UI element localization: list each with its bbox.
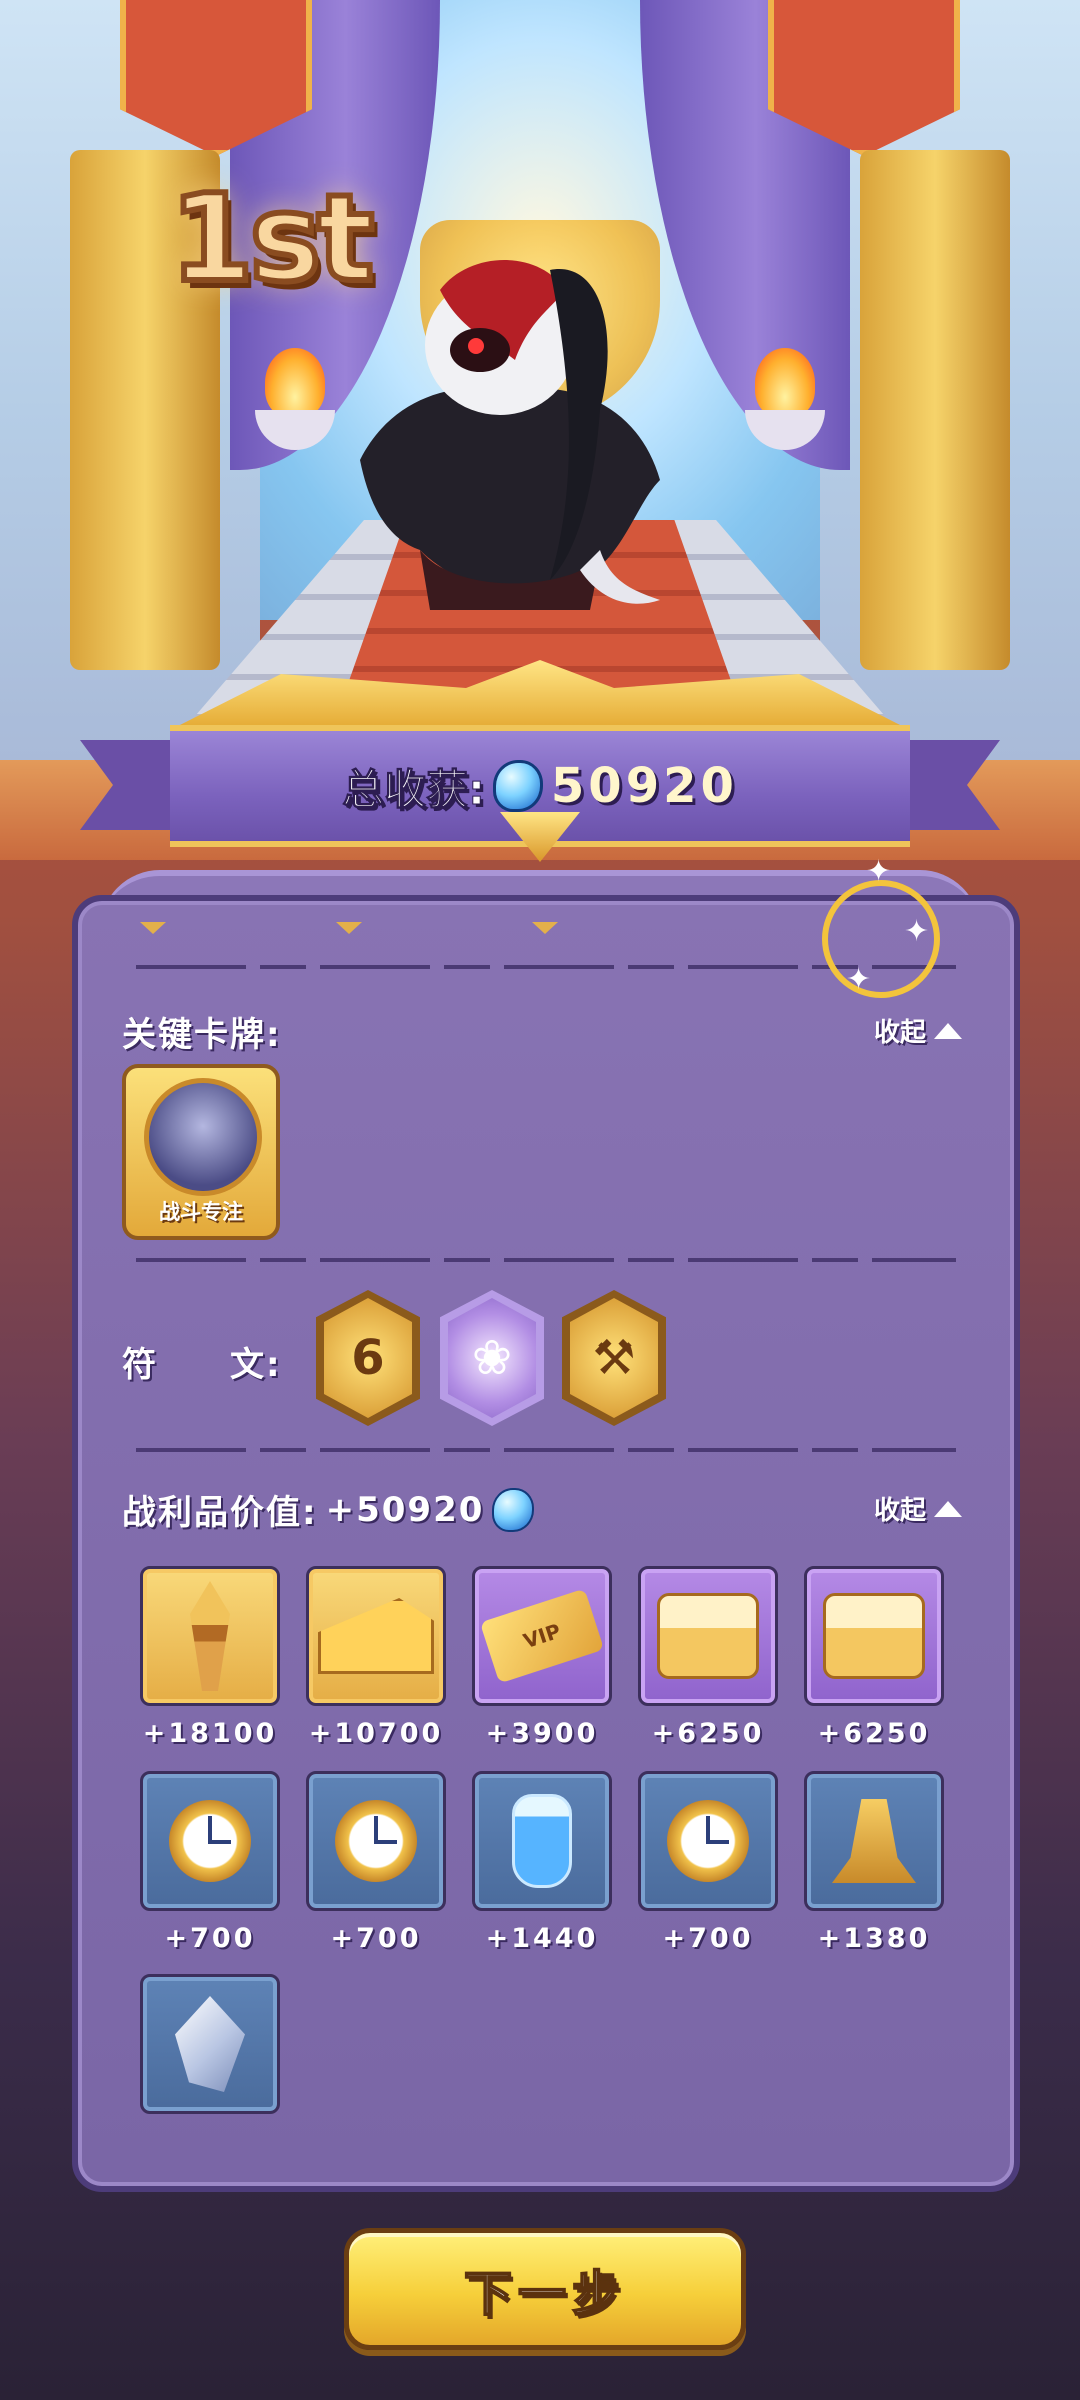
loot-amount: +6250 [651, 1718, 765, 1749]
rune-glyph: ⚒ [570, 1298, 658, 1418]
loot-amount: +10700 [308, 1718, 444, 1749]
cake-icon [823, 1593, 925, 1679]
loot-collapse-button[interactable]: 收起 [874, 1490, 962, 1527]
loot-amount: +700 [164, 1923, 256, 1954]
loot-tile [472, 1771, 612, 1911]
loot-value-row: 战利品价值: +50920 [122, 1485, 535, 1534]
loot-amount: +1380 [817, 1923, 931, 1954]
loot-tile [638, 1566, 778, 1706]
chevron-down-icon [336, 922, 362, 934]
loot-item[interactable]: +700 [638, 1771, 778, 1954]
gem-icon [492, 760, 543, 812]
loot-item[interactable]: +6250 [638, 1566, 778, 1749]
loot-tile [140, 1566, 280, 1706]
vip-ticket-icon: VIP [479, 1588, 605, 1684]
loot-tile [804, 1566, 944, 1706]
loot-tile [804, 1771, 944, 1911]
cake-icon [657, 1593, 759, 1679]
loot-tile [306, 1566, 446, 1706]
alarm-clock-icon [667, 1800, 749, 1882]
loot-item[interactable]: VIP +3900 [472, 1566, 612, 1749]
total-harvest-label: 总收获: [342, 764, 486, 814]
loot-item[interactable]: +1380 [804, 1771, 944, 1954]
next-step-button[interactable]: 下一步 [344, 2228, 746, 2350]
rune-glyph: 6 [324, 1298, 412, 1418]
divider [136, 1258, 956, 1262]
sparkle-icon: ✦ [866, 854, 892, 889]
key-cards-collapse-button[interactable]: 收起 [874, 1012, 962, 1049]
loot-value-amount: +50920 [325, 1489, 485, 1530]
loot-item[interactable]: +1440 [472, 1771, 612, 1954]
loot-value-label: 战利品价值: [122, 1493, 318, 1533]
loot-item[interactable] [140, 1974, 280, 2114]
key-card[interactable]: 战斗专注 [122, 1064, 280, 1240]
key-cards-label: 关键卡牌: [122, 1015, 282, 1055]
collapse-label: 收起 [873, 1018, 926, 1048]
loot-item[interactable]: +700 [306, 1771, 446, 1954]
gem-icon [492, 1487, 535, 1532]
dagger-icon [190, 1581, 230, 1691]
chevron-down-icon [140, 922, 166, 934]
loot-amount: +700 [330, 1923, 422, 1954]
loot-amount: +1440 [485, 1923, 599, 1954]
loot-amount: +3900 [485, 1718, 599, 1749]
loot-item[interactable]: +10700 [306, 1566, 446, 1749]
loot-tile [140, 1974, 280, 2114]
alarm-clock-icon [169, 1800, 251, 1882]
crystal-icon [175, 1996, 245, 2092]
right-torch-icon [740, 340, 830, 450]
divider [136, 1448, 956, 1452]
rune-glyph: ❀ [448, 1298, 536, 1418]
sparkle-icon: ✦ [904, 914, 930, 949]
hammer-rune-icon[interactable]: ⚒ [562, 1290, 666, 1426]
next-step-label: 下一步 [463, 2265, 626, 2323]
rank-label: 1st [167, 167, 377, 312]
loot-tile [638, 1771, 778, 1911]
card-portrait-icon [144, 1078, 262, 1196]
loot-item[interactable]: +6250 [804, 1566, 944, 1749]
loot-amount: +18100 [142, 1718, 278, 1749]
sparkle-icon: ✦ [846, 962, 872, 997]
alarm-clock-icon [335, 1800, 417, 1882]
loot-item[interactable]: +18100 [140, 1566, 280, 1749]
potion-bottle-icon [512, 1794, 572, 1888]
triangle-up-icon [934, 1022, 962, 1039]
chevron-down-icon [532, 922, 558, 934]
chevron-row [140, 922, 640, 942]
key-card-name: 战斗专注 [159, 1200, 243, 1224]
right-golden-pillar [860, 150, 1010, 670]
cheese-icon [318, 1598, 434, 1674]
triangle-up-icon [934, 1500, 962, 1517]
loot-tile [306, 1771, 446, 1911]
loot-amount: +700 [662, 1923, 754, 1954]
loot-tile: VIP [472, 1566, 612, 1706]
total-harvest-value: 50920 [550, 758, 738, 814]
loot-amount: +6250 [817, 1718, 931, 1749]
loot-tile [140, 1771, 280, 1911]
spiral-six-rune-icon[interactable]: 6 [316, 1290, 420, 1426]
collapse-label: 收起 [873, 1496, 926, 1526]
bell-icon [832, 1799, 916, 1883]
loot-item[interactable]: +700 [140, 1771, 280, 1954]
rose-rune-icon[interactable]: ❀ [440, 1290, 544, 1426]
runes-label: 符 文: [122, 1345, 282, 1385]
